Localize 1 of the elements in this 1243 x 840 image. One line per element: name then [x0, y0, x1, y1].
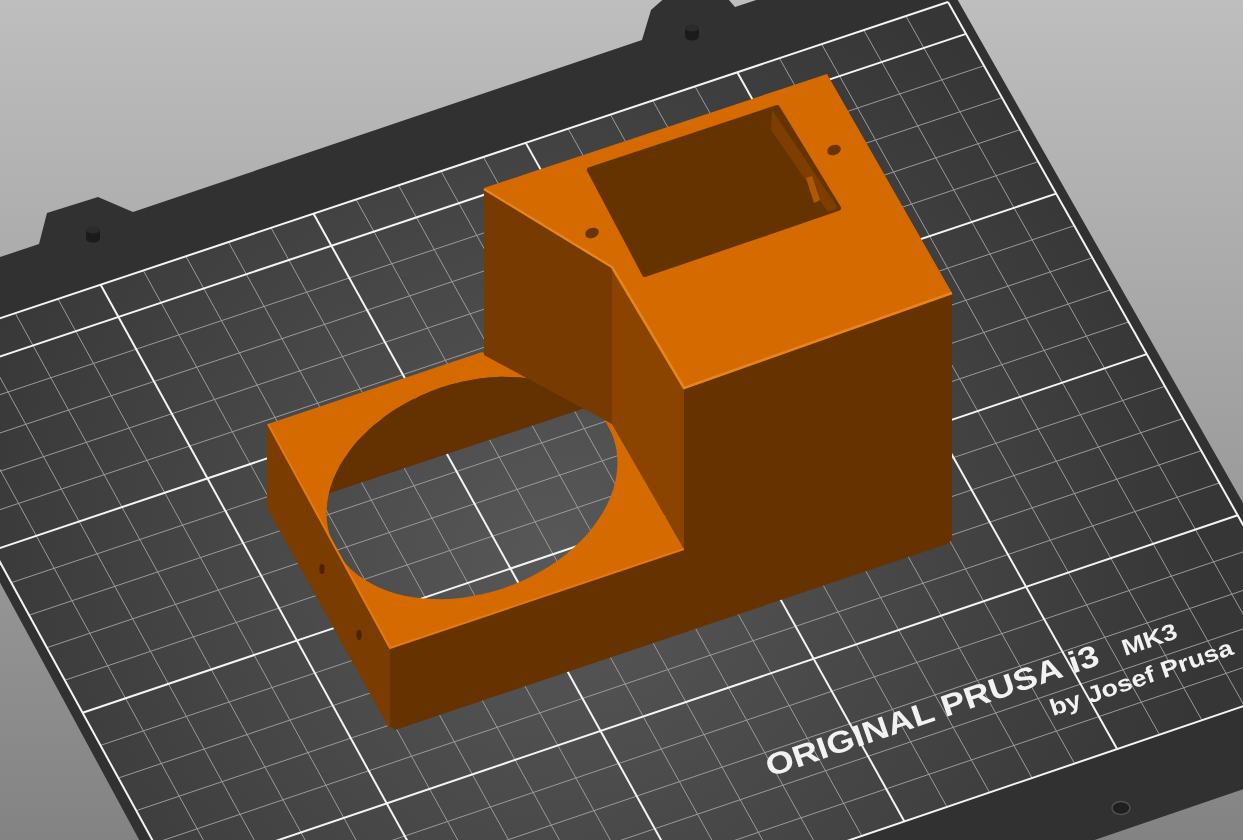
hole-icon — [1111, 800, 1131, 816]
